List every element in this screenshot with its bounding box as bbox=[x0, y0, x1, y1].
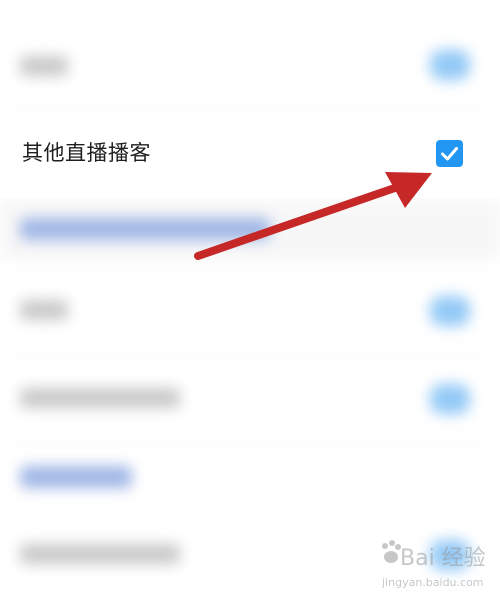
watermark-main: Bai 经验 bbox=[400, 546, 486, 571]
row-divider bbox=[0, 440, 500, 441]
blurred-toggle bbox=[430, 296, 470, 326]
watermark-sub: jingyan.baidu.com bbox=[382, 576, 484, 589]
blurred-row-label bbox=[20, 56, 68, 76]
blurred-link bbox=[20, 466, 132, 488]
setting-checkbox-checked[interactable] bbox=[436, 140, 463, 167]
blurred-settings-list bbox=[0, 0, 500, 602]
blurred-toggle bbox=[430, 50, 470, 80]
blurred-section-header bbox=[20, 218, 270, 240]
blurred-row-label bbox=[20, 388, 180, 408]
row-divider bbox=[0, 352, 500, 353]
row-divider bbox=[0, 108, 500, 109]
blurred-row-label bbox=[20, 544, 180, 564]
watermark: Bai 经验 jingyan.baidu.com bbox=[380, 538, 496, 598]
setting-row-label: 其他直播播客 bbox=[22, 141, 151, 165]
blurred-row-label bbox=[20, 300, 68, 320]
blurred-toggle bbox=[430, 384, 470, 414]
paw-icon bbox=[382, 540, 401, 563]
check-icon bbox=[441, 147, 458, 161]
settings-screen: 其他直播播客 Bai 经验 jingyan.baidu.com bbox=[0, 0, 500, 602]
